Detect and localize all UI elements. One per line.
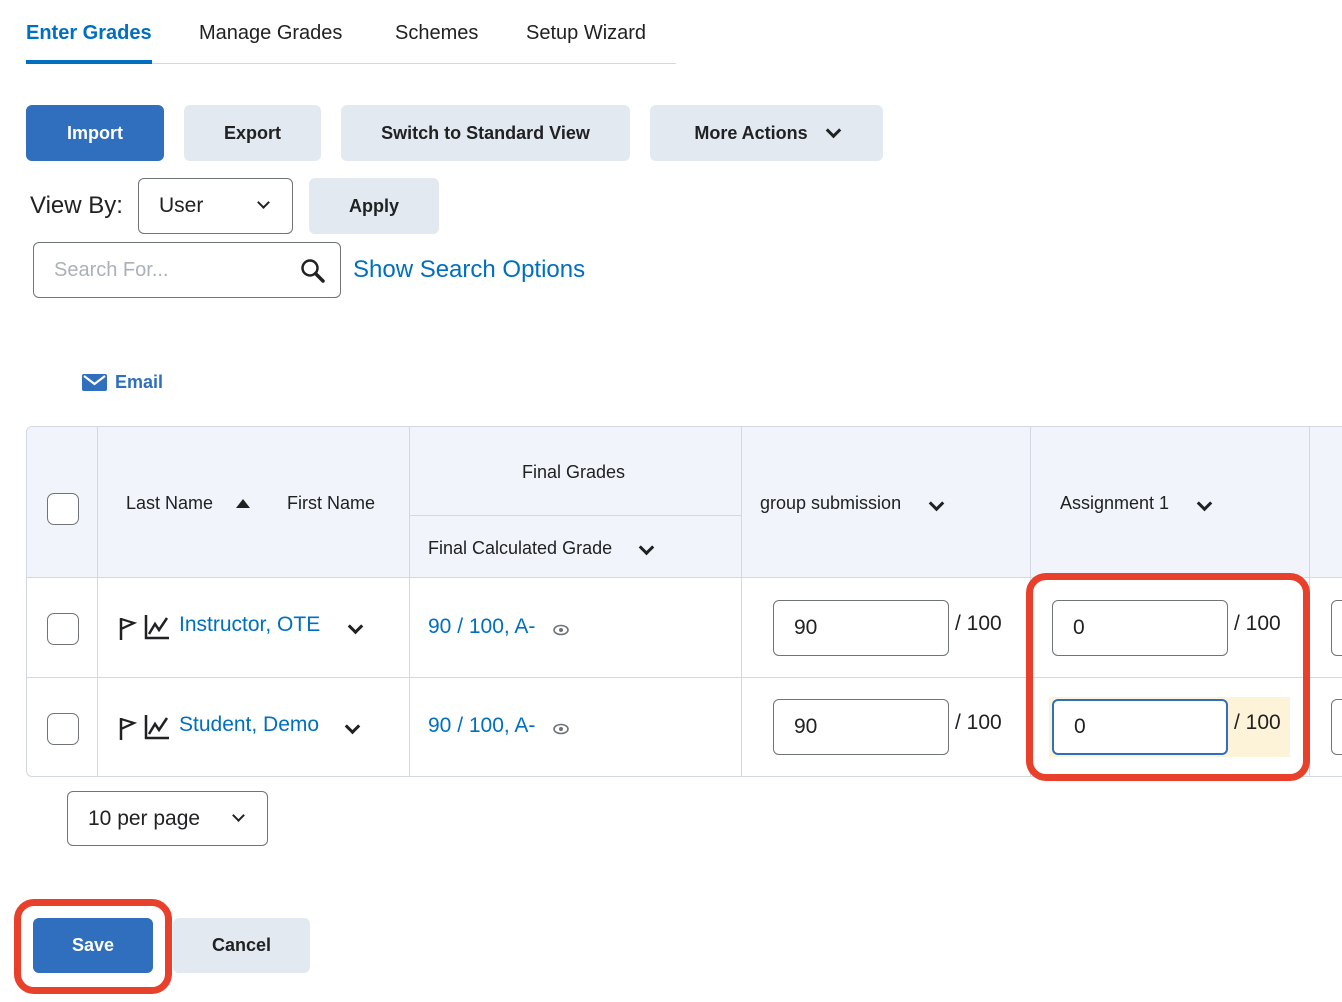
flag-icon[interactable] [119,617,137,641]
tab-setup-wizard[interactable]: Setup Wizard [526,22,646,64]
per-page-select[interactable]: 10 per page [67,791,268,846]
final-grades-header: Final Grades [522,462,626,482]
chevron-down-icon[interactable] [347,618,364,635]
user-name-link[interactable]: Instructor, OTE [179,613,320,637]
group-submission-header: group submission [760,493,902,513]
search-icon[interactable] [300,258,326,284]
grade-input[interactable]: 90 [773,699,949,755]
apply-button[interactable]: Apply [309,178,439,234]
per-page-value: 10 per page [88,806,201,830]
cancel-button[interactable]: Cancel [173,918,310,973]
stats-icon[interactable] [144,714,170,740]
final-grade-value[interactable]: 90 / 100, A- [428,615,535,639]
chevron-down-icon [232,808,245,822]
out-of-label: / 100 [1234,612,1281,635]
chevron-down-icon [257,196,270,209]
chevron-down-icon[interactable] [344,718,361,735]
tab-schemes[interactable]: Schemes [395,22,478,64]
import-button[interactable]: Import [26,105,164,161]
stats-icon[interactable] [144,614,170,640]
grade-input[interactable]: 0 [1052,600,1228,656]
final-calculated-grade-header: Final Calculated Grade [428,538,613,558]
tab-bar: Enter Grades Manage Grades Schemes Setup… [26,0,676,64]
save-button[interactable]: Save [33,918,153,973]
row-checkbox[interactable] [47,713,79,745]
switch-view-button[interactable]: Switch to Standard View [341,105,630,161]
tab-manage-grades[interactable]: Manage Grades [199,22,342,64]
first-name-header[interactable]: First Name [287,493,375,514]
row-checkbox[interactable] [47,613,79,645]
select-all-checkbox[interactable] [47,493,79,525]
final-grade-value[interactable]: 90 / 100, A- [428,714,535,738]
out-of-label: / 100 [955,612,1002,635]
search-placeholder: Search For... [54,258,169,281]
show-search-options-link[interactable]: Show Search Options [353,256,585,284]
flag-icon[interactable] [119,717,137,741]
chevron-down-icon [825,122,841,138]
view-by-label: View By: [30,192,123,219]
grade-input[interactable]: 90 [773,600,949,656]
grades-table: Last Name First Name Final Grades Final … [26,426,1342,777]
email-button[interactable]: Email [82,372,163,393]
grade-input[interactable]: 0 [1052,699,1228,755]
assignment1-header: Assignment 1 [1060,493,1170,513]
envelope-icon [82,374,107,391]
export-button[interactable]: Export [184,105,321,161]
user-name-link[interactable]: Student, Demo [179,713,319,737]
grade-input[interactable] [1331,600,1342,656]
email-label: Email [115,372,164,392]
view-by-value: User [159,194,204,217]
out-of-label: / 100 [955,711,1002,734]
more-actions-label: More Actions [694,122,808,143]
eye-icon [553,624,569,636]
out-of-label: / 100 [1234,711,1281,734]
view-by-select[interactable]: User [138,178,293,234]
eye-icon [553,723,569,735]
grade-input[interactable] [1331,699,1342,755]
last-name-header[interactable]: Last Name [126,493,213,514]
sort-ascending-icon[interactable] [236,499,250,508]
more-actions-button[interactable]: More Actions [650,105,883,161]
tab-enter-grades[interactable]: Enter Grades [26,22,152,64]
search-input[interactable]: Search For... [33,242,341,298]
